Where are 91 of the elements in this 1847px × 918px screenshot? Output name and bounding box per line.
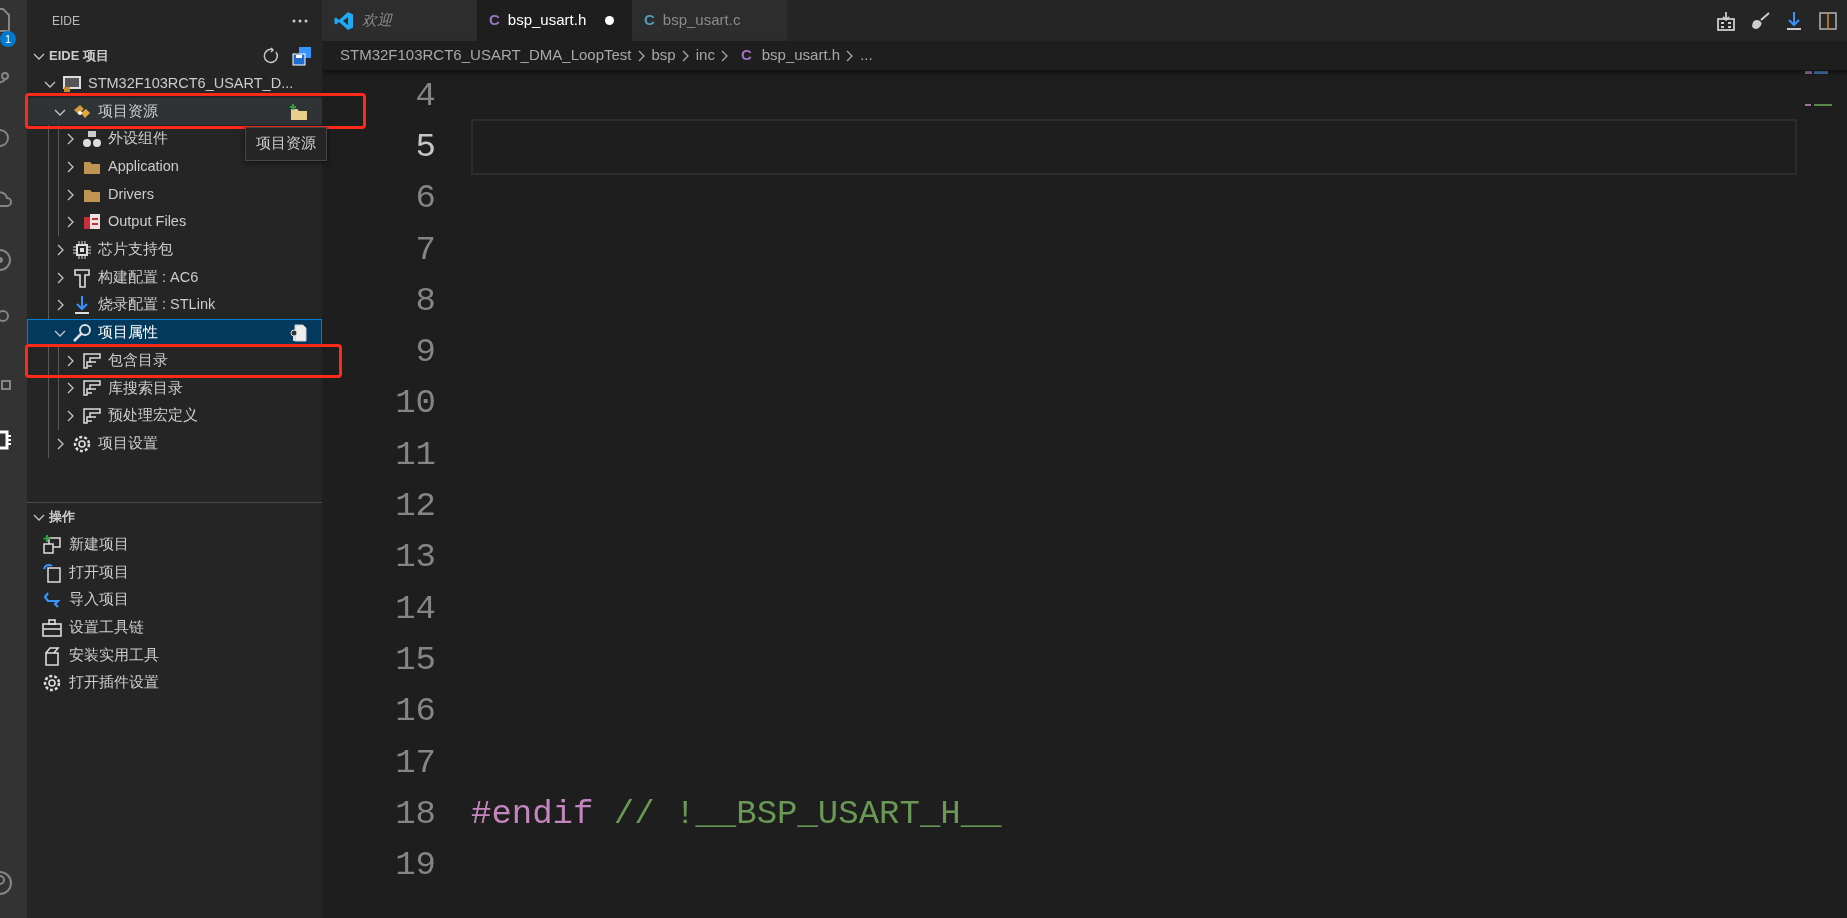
line-number: 8 bbox=[414, 283, 436, 318]
item-label: 库搜索目录 bbox=[108, 378, 183, 398]
line-number: 12 bbox=[394, 489, 436, 523]
line-number: 7 bbox=[414, 232, 436, 267]
tree-item[interactable]: Drivers bbox=[27, 180, 322, 209]
item-label: 外设组件 bbox=[108, 129, 168, 149]
editor-tab[interactable]: 欢迎 bbox=[322, 0, 477, 41]
tree-item[interactable]: 烧录配置 : STLink bbox=[27, 291, 322, 320]
tree-item[interactable]: 包含目录 bbox=[27, 346, 322, 375]
action-item[interactable]: 打开项目 bbox=[27, 558, 322, 587]
open-project-icon bbox=[42, 562, 62, 583]
line-number: 14 bbox=[394, 591, 436, 626]
line-number: 19 bbox=[394, 848, 436, 883]
more-icon[interactable] bbox=[292, 19, 308, 23]
section-title[interactable]: EIDE 项目 bbox=[49, 46, 109, 66]
tree-item[interactable]: 项目属性 bbox=[27, 319, 322, 347]
item-label: 预处理宏定义 bbox=[108, 406, 198, 426]
c-file-icon: C bbox=[740, 44, 752, 67]
action-item[interactable]: 设置工具链 bbox=[27, 614, 322, 642]
download-icon bbox=[72, 295, 92, 316]
tab-label: bsp_usart.c bbox=[662, 10, 741, 31]
folder-add-icon[interactable] bbox=[288, 102, 308, 121]
notification-badge: 1 bbox=[0, 31, 16, 47]
line-number: 5 bbox=[414, 129, 436, 164]
package-icon bbox=[42, 645, 62, 666]
section-title[interactable]: 操作 bbox=[49, 507, 75, 527]
code-line: #endif // !__BSP_USART_H__ bbox=[471, 796, 1002, 831]
breadcrumb[interactable]: ... bbox=[860, 44, 873, 67]
line-number: 6 bbox=[414, 181, 436, 216]
item-label: 芯片支持包 bbox=[98, 240, 173, 260]
gear-icon bbox=[42, 673, 62, 694]
item-label: 构建配置 : AC6 bbox=[98, 267, 199, 287]
line-number: 13 bbox=[394, 540, 436, 575]
tree-item[interactable]: 构建配置 : AC6 bbox=[27, 263, 322, 292]
line-number: 18 bbox=[394, 796, 436, 831]
item-label: 包含目录 bbox=[108, 350, 168, 370]
list-icon bbox=[82, 379, 102, 398]
tooltip: 项目资源 bbox=[245, 127, 327, 161]
binary-file-icon bbox=[83, 213, 101, 232]
vscode-logo-icon bbox=[334, 10, 354, 31]
tree-item[interactable]: Output Files bbox=[27, 208, 322, 237]
new-project-icon bbox=[42, 534, 62, 555]
item-label: Application bbox=[108, 157, 179, 177]
split-editor-icon[interactable] bbox=[1817, 9, 1839, 32]
c-file-icon: C bbox=[489, 9, 500, 32]
gear-icon bbox=[72, 433, 92, 454]
breadcrumb[interactable]: bsp bbox=[651, 44, 676, 67]
document-key-icon[interactable] bbox=[288, 323, 308, 344]
tree-item[interactable]: 项目设置 bbox=[27, 429, 322, 458]
item-label: STM32F103RCT6_USART_D... bbox=[88, 73, 294, 93]
refresh-icon[interactable] bbox=[262, 47, 280, 65]
breadcrumb[interactable]: inc bbox=[695, 44, 715, 67]
tab-label: 欢迎 bbox=[362, 10, 392, 31]
save-icon[interactable] bbox=[292, 46, 312, 66]
toolbox-icon bbox=[42, 618, 62, 637]
action-item[interactable]: 新建项目 bbox=[27, 531, 322, 559]
line-number: 9 bbox=[414, 335, 436, 370]
tree-item[interactable]: 库搜索目录 bbox=[27, 374, 322, 403]
item-label: Drivers bbox=[108, 184, 154, 204]
list-icon bbox=[82, 351, 102, 370]
breadcrumb[interactable]: bsp_usart.h bbox=[761, 44, 841, 67]
item-label: 项目设置 bbox=[98, 433, 158, 453]
c-file-icon: C bbox=[644, 9, 655, 32]
action-item[interactable]: 打开插件设置 bbox=[27, 669, 322, 698]
components-icon bbox=[82, 129, 102, 150]
line-number: 4 bbox=[414, 78, 436, 113]
action-item[interactable]: 导入项目 bbox=[27, 586, 322, 615]
action-item[interactable]: 安装实用工具 bbox=[27, 641, 322, 670]
item-label: 烧录配置 : STLink bbox=[98, 295, 216, 315]
build-download-icon[interactable] bbox=[1715, 9, 1737, 32]
tab-label: bsp_usart.h bbox=[507, 10, 587, 31]
item-label: 项目属性 bbox=[98, 323, 158, 343]
item-label: Output Files bbox=[108, 212, 187, 232]
chip-icon bbox=[72, 239, 92, 260]
tree-item[interactable]: 芯片支持包 bbox=[27, 236, 322, 264]
sidebar-title: EIDE bbox=[52, 13, 80, 30]
editor-tab[interactable]: C bsp_usart.h bbox=[477, 0, 632, 41]
line-number: 15 bbox=[394, 642, 436, 677]
line-number: 16 bbox=[394, 694, 436, 729]
tree-item[interactable]: 项目资源 bbox=[27, 97, 322, 126]
breadcrumb[interactable]: STM32F103RCT6_USART_DMA_LoopTest bbox=[340, 44, 632, 67]
line-number: 17 bbox=[394, 745, 436, 780]
item-label: 项目资源 bbox=[98, 101, 158, 121]
tree-item[interactable]: 预处理宏定义 bbox=[27, 402, 322, 430]
line-number: 11 bbox=[394, 437, 436, 472]
brush-icon[interactable] bbox=[1749, 9, 1771, 32]
monitor-icon bbox=[62, 74, 82, 93]
editor-tab[interactable]: C bsp_usart.c bbox=[632, 0, 787, 41]
list-icon bbox=[82, 407, 102, 426]
tree-item[interactable]: STM32F103RCT6_USART_D... bbox=[27, 70, 322, 98]
line-number: 10 bbox=[394, 386, 436, 421]
